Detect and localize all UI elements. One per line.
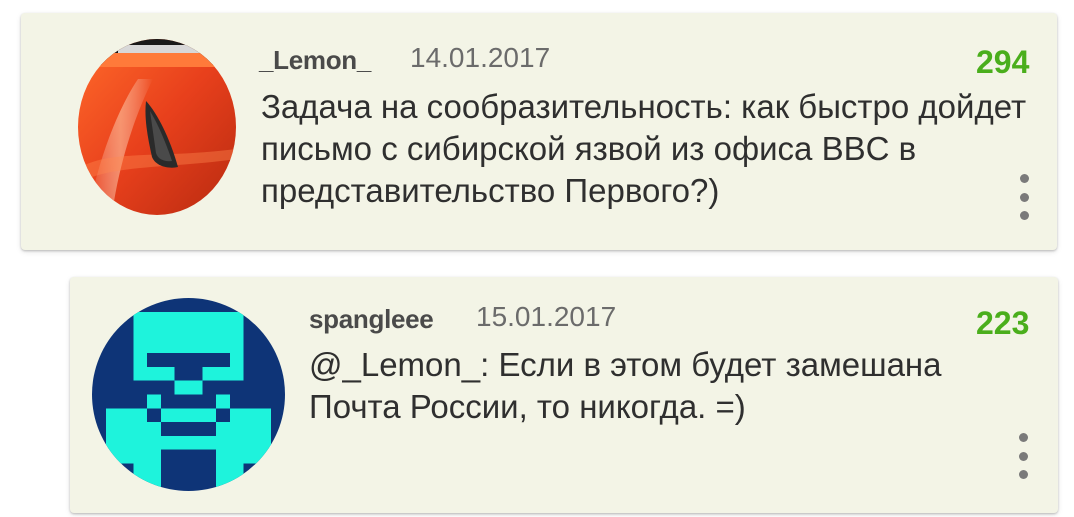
comment-date: 15.01.2017 [476, 301, 617, 332]
comment-text: @_Lemon_: Если в этом будет замешана Поч… [309, 346, 942, 425]
menu-dot [1018, 433, 1028, 442]
menu-dot [1018, 470, 1028, 479]
menu-dot [1019, 192, 1029, 202]
more-vertical-icon[interactable] [1017, 433, 1029, 479]
car-photo-avatar-icon [78, 39, 236, 215]
author-name[interactable]: _Lemon_ [259, 45, 371, 76]
reply-card: spangleee 15.01.2017 223 @_Lemon_: Если … [70, 277, 1058, 513]
author-avatar[interactable] [92, 298, 285, 491]
comment-card: _Lemon_ 14.01.2017 294 Задача на сообраз… [21, 13, 1057, 250]
comment-rating: 223 [976, 305, 1030, 341]
comment-text: Задача на сообразительность: как быстро … [261, 88, 1027, 209]
comment-rating: 294 [976, 44, 1030, 80]
menu-dot [1018, 451, 1028, 461]
more-vertical-icon[interactable] [1018, 174, 1030, 220]
author-name[interactable]: spangleee [309, 304, 434, 335]
author-avatar[interactable] [78, 39, 236, 215]
menu-dot [1019, 211, 1029, 220]
pixel-monster-avatar-icon [92, 298, 285, 491]
comment-date: 14.01.2017 [410, 42, 551, 73]
menu-dot [1019, 174, 1029, 183]
